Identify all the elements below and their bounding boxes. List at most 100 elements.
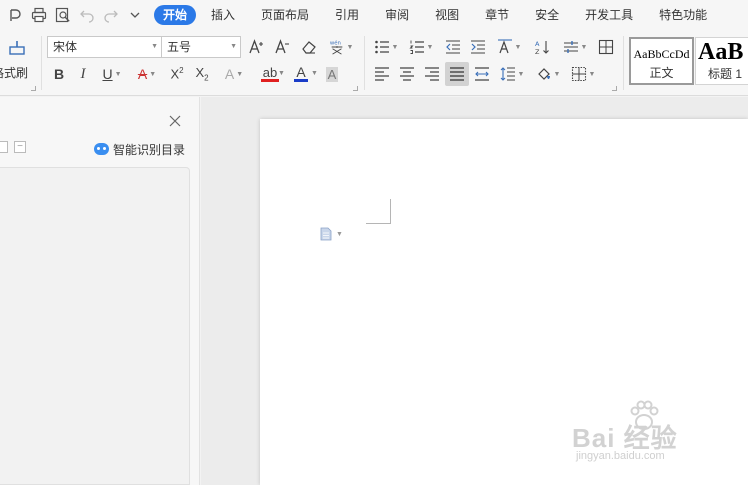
group-divider [41,36,42,90]
ribbon-toolbar: 格式刷 宋体 ▼ 五号 ▼ wén ▼ B I U▼ A▼ X2 [0,30,748,96]
decrease-font-size-button[interactable] [272,38,292,56]
tab-special-features[interactable]: 特色功能 [648,5,718,25]
tab-insert[interactable]: 插入 [200,5,246,25]
bullets-button[interactable]: ▼ [372,36,400,58]
tab-developer[interactable]: 开发工具 [574,5,644,25]
phonetic-guide-button[interactable]: wén ▼ [326,36,356,58]
numbering-button[interactable]: ▼ [407,36,435,58]
undo-icon[interactable] [76,4,98,26]
style-normal[interactable]: AaBbCcDd 正文 [629,37,694,85]
outline-list[interactable] [0,167,190,485]
sort-button[interactable]: AZ [531,36,553,58]
subscript-button[interactable]: X2 [192,64,212,84]
tab-references[interactable]: 引用 [324,5,370,25]
smart-toc-label: 智能识别目录 [113,142,186,157]
svg-text:wén: wén [329,39,340,46]
font-color-button[interactable]: A [289,64,313,84]
strikethrough-button[interactable]: A ▼ [133,64,161,84]
tab-security[interactable]: 安全 [524,5,570,25]
font-color-icon: A [294,64,308,82]
align-right-button[interactable] [422,64,442,84]
paintbrush-icon [9,41,25,55]
font-group-launcher-icon[interactable] [353,86,358,91]
chevron-down-icon: ▼ [588,70,596,78]
chevron-down-icon: ▼ [517,70,525,78]
font-size-value: 五号 [167,40,192,54]
print-preview-icon[interactable] [52,4,74,26]
text-effect-icon: A [224,66,235,82]
expand-all-icon[interactable] [0,141,8,153]
tab-review[interactable]: 审阅 [374,5,420,25]
borders-button[interactable]: ▼ [568,64,598,84]
show-hide-marks-button[interactable]: ▼ [560,36,590,58]
paragraph-group-launcher-icon[interactable] [612,86,617,91]
page-margin-corner-mark [366,199,391,224]
close-icon[interactable] [168,114,182,128]
italic-icon: I [80,65,86,82]
group-divider [623,36,624,90]
tab-view[interactable]: 视图 [424,5,470,25]
font-size-select[interactable]: 五号 ▼ [161,36,241,58]
bullet-list-icon [374,40,389,54]
smart-toc-button[interactable]: 智能识别目录 [94,141,185,157]
underline-icon: U [102,66,113,82]
chevron-down-icon: ▼ [151,43,158,50]
redo-arrow-icon[interactable] [4,4,26,26]
tab-page-layout[interactable]: 页面布局 [250,5,320,25]
collapse-all-icon[interactable]: − [14,141,26,153]
chevron-down-icon: ▼ [580,43,588,51]
tab-sections[interactable]: 章节 [474,5,520,25]
phonetic-guide-icon: wén [329,39,342,55]
bold-icon: B [53,66,65,82]
shading-button[interactable]: ▼ [533,64,563,84]
document-page[interactable]: ▼ [260,119,748,485]
decrease-indent-button[interactable] [442,36,464,58]
align-right-icon [425,67,439,81]
clipboard-group-launcher-icon[interactable] [31,86,36,91]
align-center-button[interactable] [397,64,417,84]
chevron-down-icon: ▼ [346,43,354,51]
highlighter-icon: ab [260,64,280,82]
superscript-button[interactable]: X2 [167,64,187,84]
outdent-icon [446,40,460,54]
chevron-down-icon: ▼ [278,70,285,77]
chevron-down-icon: ▼ [426,43,434,51]
align-center-icon [400,67,414,81]
align-left-button[interactable] [372,64,392,84]
strikethrough-icon: A [137,66,148,82]
format-painter-label: 格式刷 [0,66,28,80]
increase-font-size-button[interactable] [246,38,266,56]
table-grid-icon [598,39,614,55]
style-heading-1-sample: AaB [698,39,744,65]
text-direction-button[interactable]: ▼ [494,36,524,58]
italic-button[interactable]: I [74,64,92,84]
customize-toolbar-chevron-icon[interactable] [124,4,146,26]
chevron-down-icon: ▼ [236,70,244,78]
font-name-select[interactable]: 宋体 ▼ [47,36,162,58]
redo-icon[interactable] [100,4,122,26]
chevron-down-icon: ▼ [149,70,157,78]
justify-button[interactable] [445,62,469,86]
chevron-down-icon: ▼ [230,43,237,50]
text-effect-button[interactable]: A ▼ [220,64,248,84]
chevron-down-icon: ▼ [391,43,399,51]
tab-home[interactable]: 开始 [154,5,197,25]
paragraph-handle[interactable]: ▼ [320,227,343,241]
style-heading-1-label: 标题 1 [708,67,743,81]
paint-bucket-icon [537,68,550,80]
increase-indent-button[interactable] [467,36,489,58]
underline-button[interactable]: U ▼ [98,64,126,84]
format-painter-button[interactable]: 格式刷 [0,38,34,88]
group-divider [364,36,365,90]
bold-button[interactable]: B [50,64,68,84]
character-shading-button[interactable]: A [322,64,342,84]
navigation-pane: − 智能识别目录 [0,97,200,485]
line-spacing-button[interactable]: ▼ [498,64,526,84]
table-grid-button[interactable] [595,36,617,58]
clear-formatting-button[interactable] [299,38,319,56]
distributed-align-button[interactable] [472,64,492,84]
subscript-icon: X2 [195,65,209,83]
print-icon[interactable] [28,4,50,26]
style-heading-1[interactable]: AaB 标题 1 [695,37,748,85]
text-direction-icon [497,39,512,54]
